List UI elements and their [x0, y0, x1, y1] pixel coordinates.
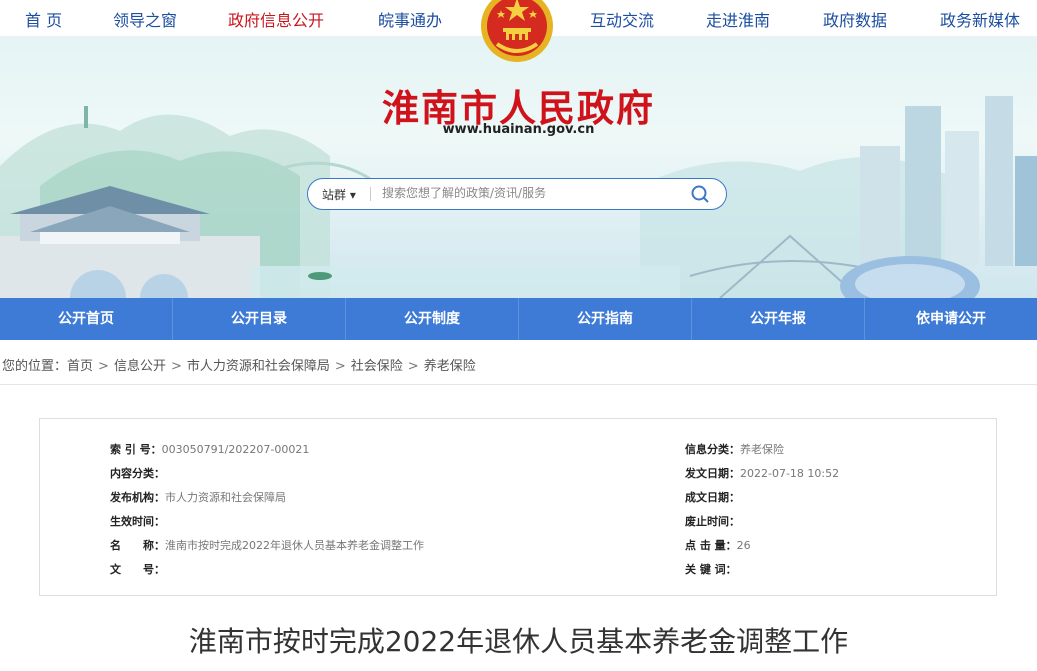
- meta-click-count: 点 击 量：26: [685, 539, 751, 552]
- breadcrumb-prefix: 您的位置：: [2, 359, 68, 374]
- meta-issue-date: 发文日期：2022-07-18 10:52: [685, 467, 840, 480]
- tab-open-guide[interactable]: 公开指南: [519, 298, 692, 340]
- top-nav-about-huainan[interactable]: 走进淮南: [706, 7, 770, 31]
- tab-apply-for-disclosure[interactable]: 依申请公开: [865, 298, 1037, 340]
- breadcrumb-separator: >: [98, 359, 109, 374]
- tab-open-annual-report[interactable]: 公开年报: [692, 298, 865, 340]
- meta-repeal-date: 废止时间：: [685, 515, 740, 528]
- top-nav-interaction[interactable]: 互动交流: [590, 7, 654, 31]
- search-box: 站群 ▾: [307, 178, 727, 210]
- city-landscape-illustration: [0, 96, 1037, 298]
- top-nav-new-media[interactable]: 政务新媒体: [940, 7, 1020, 31]
- search-input[interactable]: [382, 184, 672, 202]
- meta-written-date: 成文日期：: [685, 491, 740, 504]
- meta-publisher: 发布机构：市人力资源和社会保障局: [110, 491, 286, 504]
- breadcrumb-home[interactable]: 首页: [67, 359, 93, 374]
- meta-index-number: 索 引 号：003050791/202207-00021: [110, 443, 310, 456]
- tab-open-system[interactable]: 公开制度: [346, 298, 519, 340]
- tab-open-home[interactable]: 公开首页: [0, 298, 173, 340]
- meta-effective-date: 生效时间：: [110, 515, 165, 528]
- top-nav-home[interactable]: 首 页: [25, 7, 62, 31]
- breadcrumb: 您的位置：首页 > 信息公开 > 市人力资源和社会保障局 > 社会保险 > 养老保险: [2, 355, 476, 374]
- breadcrumb-separator: >: [170, 359, 182, 374]
- header-banner: 淮南市人民政府 www.huainan.gov.cn 站群 ▾: [0, 36, 1037, 298]
- top-nav-leaders[interactable]: 领导之窗: [113, 7, 177, 31]
- tab-open-catalog[interactable]: 公开目录: [173, 298, 346, 340]
- search-divider: [370, 187, 371, 201]
- document-metadata-table: 索 引 号：003050791/202207-00021 内容分类： 发布机构：…: [39, 418, 997, 596]
- breadcrumb-info-open[interactable]: 信息公开: [114, 359, 166, 374]
- meta-info-category: 信息分类：养老保险: [685, 443, 784, 456]
- breadcrumb-pension-insurance[interactable]: 养老保险: [424, 359, 476, 374]
- article-title: 淮南市按时完成2022年退休人员基本养老金调整工作: [188, 625, 849, 658]
- top-nav-gov-info-open[interactable]: 政府信息公开: [228, 7, 325, 38]
- site-url: www.huainan.gov.cn: [442, 122, 595, 137]
- meta-document-name: 名 称：淮南市按时完成2022年退休人员基本养老金调整工作: [110, 539, 424, 552]
- national-emblem-icon: [481, 0, 553, 62]
- meta-keywords: 关 键 词：: [685, 563, 737, 576]
- search-scope-select[interactable]: 站群 ▾: [322, 186, 356, 203]
- top-nav-gov-data[interactable]: 政府数据: [823, 7, 887, 31]
- breadcrumb-separator: >: [407, 359, 419, 374]
- breadcrumb-social-insurance[interactable]: 社会保险: [351, 359, 403, 374]
- info-open-nav: 公开首页 公开目录 公开制度 公开指南 公开年报 依申请公开: [0, 298, 1037, 340]
- top-nav-services[interactable]: 皖事通办: [378, 7, 442, 31]
- breadcrumb-separator: >: [334, 359, 346, 374]
- meta-document-number: 文 号：: [110, 563, 165, 576]
- breadcrumb-divider: [0, 384, 1037, 385]
- breadcrumb-hr-bureau[interactable]: 市人力资源和社会保障局: [187, 359, 330, 374]
- meta-content-category: 内容分类：: [110, 467, 165, 480]
- search-icon[interactable]: [690, 184, 710, 204]
